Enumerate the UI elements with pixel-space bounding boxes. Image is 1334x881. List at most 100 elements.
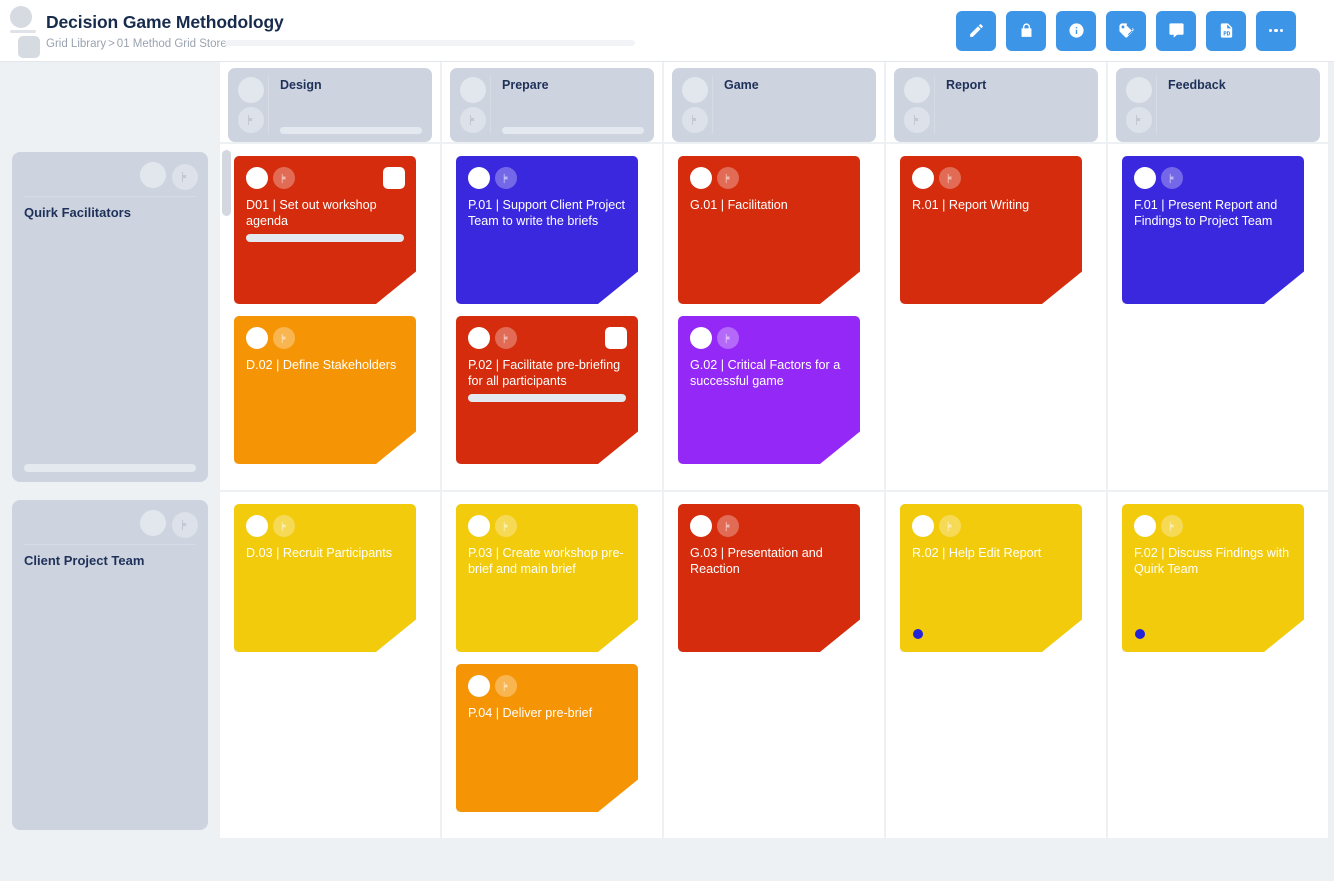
avatar[interactable] <box>690 327 712 349</box>
task-card[interactable]: P.02 | Facilitate pre-briefing for all p… <box>456 316 638 464</box>
task-card[interactable]: R.01 | Report Writing <box>900 156 1082 304</box>
avatar[interactable] <box>246 327 268 349</box>
task-card[interactable]: D.02 | Define Stakeholders <box>234 316 416 464</box>
column-header-prepare[interactable]: Prepare <box>450 68 654 142</box>
task-card[interactable]: G.02 | Critical Factors for a successful… <box>678 316 860 464</box>
flag-button[interactable] <box>904 107 930 133</box>
avatar[interactable] <box>468 167 490 189</box>
export-pdf-button[interactable] <box>1206 10 1246 51</box>
task-card[interactable]: G.01 | Facilitation <box>678 156 860 304</box>
breadcrumb-root[interactable]: Grid Library <box>46 38 106 50</box>
flag-button[interactable] <box>1161 515 1183 537</box>
grid-cell[interactable]: R.01 | Report Writing <box>886 144 1106 490</box>
flag-button[interactable] <box>939 515 961 537</box>
note-indicator-icon[interactable] <box>605 327 627 349</box>
pdf-document-icon <box>1220 23 1232 38</box>
task-card[interactable]: F.02 | Discuss Findings with Quirk Team <box>1122 504 1304 652</box>
flag-button[interactable] <box>460 107 486 133</box>
column-header-label: Report <box>946 78 987 92</box>
tags-button[interactable] <box>1106 10 1146 51</box>
note-indicator-icon[interactable] <box>383 167 405 189</box>
avatar[interactable] <box>246 167 268 189</box>
flag-button[interactable] <box>717 167 739 189</box>
lock-icon <box>1021 23 1031 37</box>
grid-cell[interactable]: F.02 | Discuss Findings with Quirk Team <box>1108 492 1328 838</box>
lock-button[interactable] <box>1006 10 1046 51</box>
task-card[interactable]: D.03 | Recruit Participants <box>234 504 416 652</box>
more-button[interactable] <box>1256 10 1296 51</box>
column-header-game[interactable]: Game <box>672 68 876 142</box>
row-header-divider <box>24 544 196 545</box>
row-header-0[interactable]: Quirk Facilitators <box>12 152 208 482</box>
edit-button[interactable] <box>956 10 996 51</box>
avatar[interactable] <box>140 162 166 188</box>
grid-cell[interactable]: D01 | Set out workshop agenda D.02 | Defi… <box>220 144 440 490</box>
avatar[interactable] <box>912 515 934 537</box>
avatar[interactable] <box>238 77 264 103</box>
flag-icon <box>945 173 956 184</box>
avatar[interactable] <box>460 77 486 103</box>
card-status-dot <box>913 629 923 639</box>
flag-button[interactable] <box>495 167 517 189</box>
row-header-1[interactable]: Client Project Team <box>12 500 208 830</box>
flag-button[interactable] <box>273 327 295 349</box>
avatar[interactable] <box>682 77 708 103</box>
grid-cell[interactable]: D.03 | Recruit Participants <box>220 492 440 838</box>
column-header-design[interactable]: Design <box>228 68 432 142</box>
avatar[interactable] <box>912 167 934 189</box>
column-header-icons <box>682 77 708 133</box>
avatar[interactable] <box>468 515 490 537</box>
flag-button[interactable] <box>273 515 295 537</box>
avatar[interactable] <box>690 167 712 189</box>
flag-button[interactable] <box>1126 107 1152 133</box>
avatar[interactable] <box>690 515 712 537</box>
flag-button[interactable] <box>495 327 517 349</box>
grid-cell[interactable]: F.01 | Present Report and Findings to Pr… <box>1108 144 1328 490</box>
flag-button[interactable] <box>682 107 708 133</box>
flag-button[interactable] <box>717 327 739 349</box>
task-card[interactable]: R.02 | Help Edit Report <box>900 504 1082 652</box>
flag-button[interactable] <box>172 512 198 538</box>
task-card[interactable]: P.04 | Deliver pre-brief <box>456 664 638 812</box>
column-header-feedback[interactable]: Feedback <box>1116 68 1320 142</box>
grid-cell[interactable]: P.03 | Create workshop pre-brief and mai… <box>442 492 662 838</box>
row-header-wrapper: Quirk Facilitators <box>0 144 218 490</box>
grid-cell[interactable]: R.02 | Help Edit Report <box>886 492 1106 838</box>
column-header-report[interactable]: Report <box>894 68 1098 142</box>
breadcrumb-current[interactable]: 01 Method Grid Store <box>117 38 227 50</box>
grid-cell[interactable]: G.03 | Presentation and Reaction <box>664 492 884 838</box>
comments-button[interactable] <box>1156 10 1196 51</box>
task-card[interactable]: F.01 | Present Report and Findings to Pr… <box>1122 156 1304 304</box>
flag-button[interactable] <box>238 107 264 133</box>
card-title: D.02 | Define Stakeholders <box>246 358 397 372</box>
avatar[interactable] <box>140 510 166 536</box>
flag-button[interactable] <box>939 167 961 189</box>
vertical-scroll-handle[interactable] <box>222 150 231 216</box>
avatar[interactable] <box>904 77 930 103</box>
grid-cell[interactable]: P.01 | Support Client Project Team to wr… <box>442 144 662 490</box>
task-card[interactable]: P.03 | Create workshop pre-brief and mai… <box>456 504 638 652</box>
flag-icon <box>1167 173 1178 184</box>
grid-cell[interactable]: G.01 | Facilitation G.02 | Critical Facto… <box>664 144 884 490</box>
flag-button[interactable] <box>1161 167 1183 189</box>
info-button[interactable] <box>1056 10 1096 51</box>
card-title: D01 | Set out workshop agenda <box>246 198 377 229</box>
task-card[interactable]: P.01 | Support Client Project Team to wr… <box>456 156 638 304</box>
task-card[interactable]: D01 | Set out workshop agenda <box>234 156 416 304</box>
column-header-divider <box>268 76 269 134</box>
task-card[interactable]: G.03 | Presentation and Reaction <box>678 504 860 652</box>
avatar[interactable] <box>468 327 490 349</box>
avatar[interactable] <box>1134 515 1156 537</box>
avatar[interactable] <box>246 515 268 537</box>
flag-button[interactable] <box>495 675 517 697</box>
flag-button[interactable] <box>273 167 295 189</box>
flag-button[interactable] <box>717 515 739 537</box>
logo-bar-icon <box>10 30 36 33</box>
avatar[interactable] <box>1126 77 1152 103</box>
avatar[interactable] <box>1134 167 1156 189</box>
flag-button[interactable] <box>172 164 198 190</box>
flag-icon <box>279 173 290 184</box>
flag-button[interactable] <box>495 515 517 537</box>
row-header-label: Client Project Team <box>24 553 145 568</box>
avatar[interactable] <box>468 675 490 697</box>
